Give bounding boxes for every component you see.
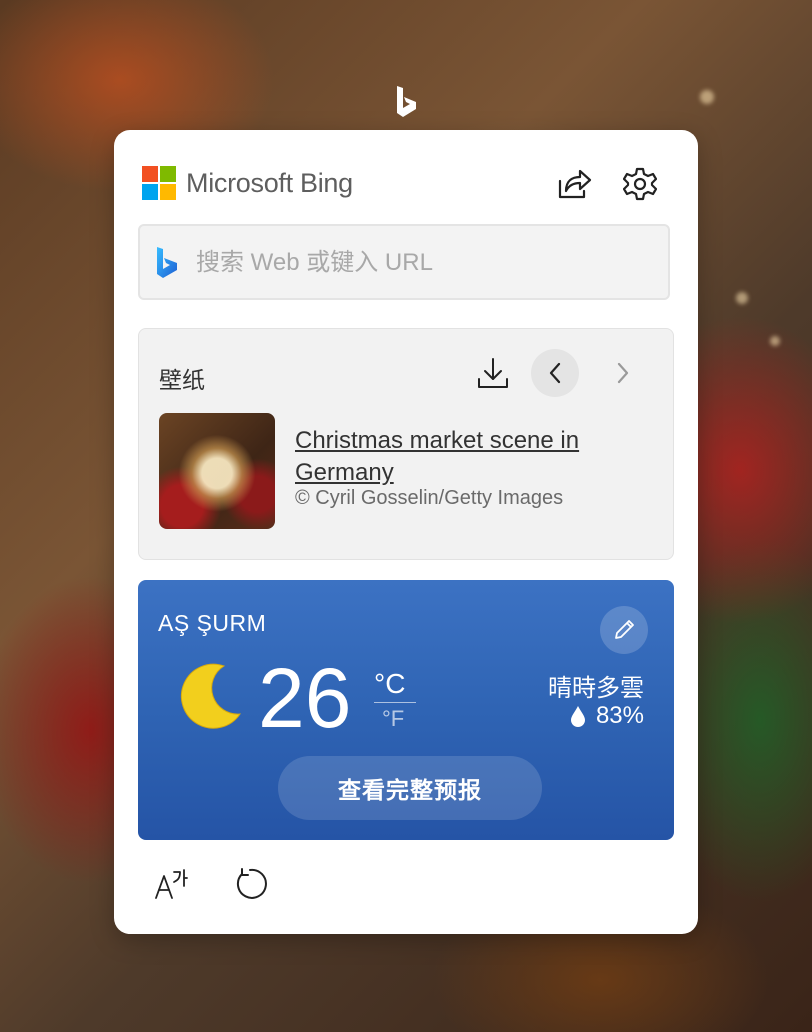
next-wallpaper-button[interactable] bbox=[599, 349, 647, 397]
translate-icon bbox=[155, 869, 188, 899]
unit-divider bbox=[374, 702, 416, 703]
wallpaper-credit: © Cyril Gosselin/Getty Images bbox=[295, 487, 564, 509]
celsius-toggle[interactable]: °C bbox=[374, 668, 405, 700]
temperature: 26 bbox=[258, 651, 352, 745]
gear-icon bbox=[623, 167, 657, 201]
full-forecast-button[interactable]: 查看完整预报 bbox=[278, 756, 542, 820]
microsoft-logo-icon bbox=[142, 166, 176, 200]
download-icon bbox=[478, 358, 508, 388]
download-wallpaper-button[interactable] bbox=[469, 349, 517, 397]
refresh-button[interactable] bbox=[228, 862, 272, 906]
header: Microsoft Bing bbox=[142, 164, 670, 204]
wallpaper-caption-link[interactable]: Christmas market scene in Germany bbox=[295, 425, 645, 489]
new-tab-flyout: Microsoft Bing 壁纸 bbox=[114, 130, 698, 934]
wallpaper-thumbnail[interactable] bbox=[159, 413, 275, 529]
translate-button[interactable] bbox=[148, 862, 192, 906]
chevron-left-icon bbox=[549, 362, 561, 384]
settings-button[interactable] bbox=[620, 164, 660, 204]
bing-icon bbox=[157, 247, 177, 278]
bokeh-light bbox=[770, 336, 780, 346]
bokeh-light bbox=[736, 292, 748, 304]
droplet-icon bbox=[570, 706, 585, 727]
brand-name: Microsoft Bing bbox=[186, 168, 353, 198]
share-button[interactable] bbox=[554, 164, 594, 204]
wallpaper-panel: 壁纸 Christmas market scene in Germany © C… bbox=[138, 328, 674, 560]
fahrenheit-toggle[interactable]: °F bbox=[382, 706, 404, 732]
bing-logo-icon[interactable] bbox=[392, 84, 420, 120]
wallpaper-title: 壁纸 bbox=[159, 367, 205, 393]
humidity-value: 83% bbox=[595, 702, 644, 729]
weather-location: AŞ ŞURM bbox=[158, 610, 267, 636]
moon-icon bbox=[180, 663, 241, 729]
refresh-icon bbox=[236, 868, 267, 899]
search-input[interactable] bbox=[194, 226, 658, 300]
search-box[interactable] bbox=[138, 224, 670, 300]
share-icon bbox=[558, 169, 592, 199]
edit-location-button[interactable] bbox=[600, 606, 648, 654]
humidity: 83% bbox=[570, 702, 644, 730]
weather-card: AŞ ŞURM 26 °C °F 晴時多雲 83% 查看完整预报 bbox=[138, 580, 674, 840]
bokeh-light bbox=[700, 90, 714, 104]
chevron-right-icon bbox=[617, 362, 629, 384]
weather-condition: 晴時多雲 bbox=[548, 675, 644, 702]
previous-wallpaper-button[interactable] bbox=[531, 349, 579, 397]
pencil-icon bbox=[615, 620, 634, 639]
